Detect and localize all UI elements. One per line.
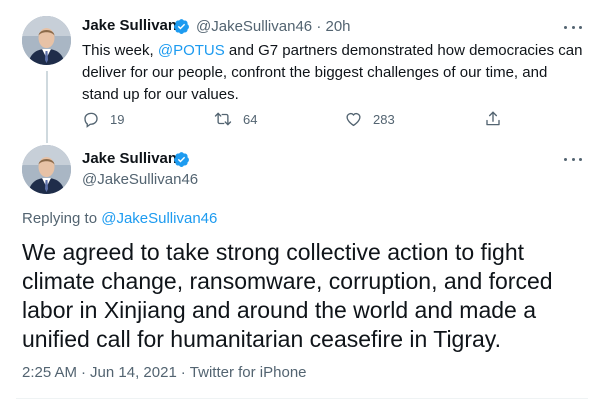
tweet-text: This week, @POTUS and G7 partners demons… [82,40,587,106]
tweet-source[interactable]: Twitter for iPhone [190,364,307,381]
author-name[interactable]: Jake Sullivan [82,17,177,34]
dot [564,157,567,161]
divider [16,398,588,399]
verified-badge-icon [174,152,189,167]
dot [579,25,582,29]
dot [571,25,575,29]
more-horizontal-icon[interactable] [562,150,584,168]
avatar[interactable] [22,16,71,65]
like-count: 283 [373,111,395,127]
tweet-time[interactable]: 20h [325,18,350,35]
author-handle[interactable]: @JakeSullivan46 · 20h [196,18,351,35]
avatar[interactable] [22,145,71,194]
reply-count: 19 [110,111,125,127]
dot [564,25,567,29]
reply-button[interactable]: 19 [82,110,124,128]
like-button[interactable]: 283 [344,110,395,128]
dot [579,157,582,161]
mention-link[interactable]: @POTUS [158,42,225,59]
thread-line [46,71,48,143]
verified-badge-icon [174,19,189,34]
dot [571,157,575,161]
separator: · [316,18,322,35]
more-horizontal-icon[interactable] [562,18,584,36]
tweet-meta: 2:25 AM · Jun 14, 2021 · Twitter for iPhone [22,364,307,381]
retweet-icon [214,112,232,126]
author-name[interactable]: Jake Sullivan [82,150,177,167]
separator: · [81,364,87,381]
tweet-text: We agreed to take strong collective acti… [22,239,553,352]
replying-to: Replying to @JakeSullivan46 [22,210,217,227]
replying-prefix: Replying to [22,210,102,227]
tweet-date[interactable]: Jun 14, 2021 [90,364,177,381]
separator: · [180,364,186,381]
share-icon [486,111,500,126]
tweet-time[interactable]: 2:25 AM [22,364,77,381]
tweet-text-part: This week, [82,42,158,59]
replying-to-link[interactable]: @JakeSullivan46 [101,210,217,227]
author-handle[interactable]: @JakeSullivan46 [82,171,198,188]
heart-icon [346,112,361,127]
retweet-button[interactable]: 64 [213,110,257,128]
share-button[interactable] [484,110,502,128]
reply-icon [84,112,98,128]
handle-text[interactable]: @JakeSullivan46 [196,18,312,35]
retweet-count: 64 [243,111,258,127]
